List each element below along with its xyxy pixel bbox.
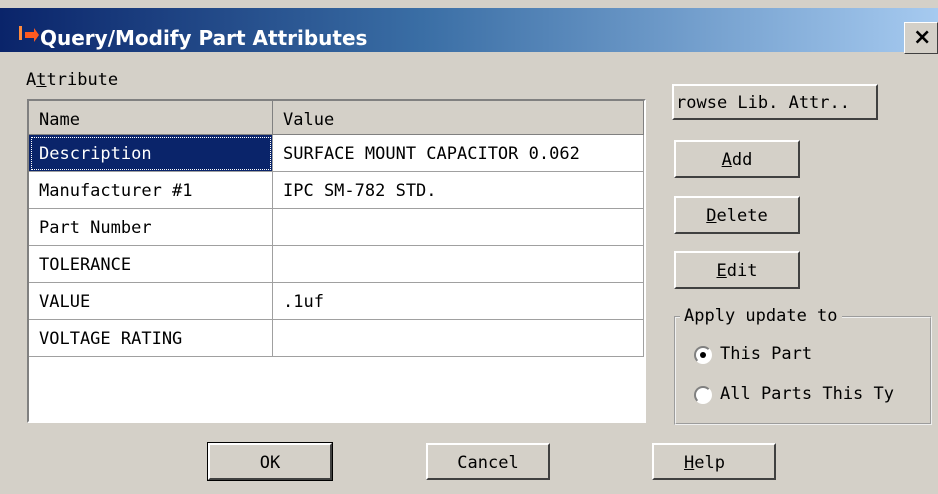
radio-all-parts[interactable]	[694, 386, 712, 404]
cancel-button[interactable]: Cancel	[426, 443, 550, 480]
cell-name[interactable]: Description	[29, 135, 273, 172]
cell-value[interactable]	[273, 209, 644, 246]
edit-button-label: dit	[726, 261, 758, 281]
title-bar[interactable]: Query/Modify Part Attributes ×	[0, 8, 938, 54]
radio-this-part[interactable]	[694, 346, 712, 364]
app-icon	[19, 26, 39, 42]
query-modify-dialog: Query/Modify Part Attributes × Attribute…	[0, 0, 938, 494]
table-row[interactable]: Part Number	[29, 209, 644, 246]
cell-value[interactable]: .1uf	[273, 283, 644, 320]
column-header-name[interactable]: Name	[29, 101, 273, 135]
delete-button-label: elete	[716, 206, 768, 226]
radio-selected-dot	[700, 352, 706, 358]
cell-value[interactable]: IPC SM-782 STD.	[273, 172, 644, 209]
apply-update-legend: Apply update to	[680, 306, 842, 326]
apply-update-group	[674, 316, 932, 425]
attribute-label-rest: tribute	[46, 70, 119, 90]
attribute-group-label: Attribute	[26, 70, 119, 90]
help-button[interactable]: Help	[652, 443, 776, 480]
radio-all-parts-label[interactable]: All Parts This Ty	[720, 384, 894, 404]
cell-value[interactable]	[273, 320, 644, 357]
radio-this-part-label[interactable]: This Part	[720, 344, 812, 364]
cell-name[interactable]: VOLTAGE RATING	[29, 320, 273, 357]
add-button-label: dd	[731, 150, 753, 170]
table-row[interactable]: Description SURFACE MOUNT CAPACITOR 0.06…	[29, 135, 644, 172]
browse-lib-attr-button[interactable]: rowse Lib. Attr..	[672, 84, 878, 120]
attribute-table[interactable]: Name Value Description SURFACE MOUNT CAP…	[27, 99, 646, 423]
table-row[interactable]: VALUE .1uf	[29, 283, 644, 320]
column-header-value[interactable]: Value	[273, 101, 644, 135]
add-button[interactable]: Add	[674, 140, 800, 178]
edit-button[interactable]: Edit	[674, 251, 800, 289]
cell-name[interactable]: Manufacturer #1	[29, 172, 273, 209]
cell-name[interactable]: Part Number	[29, 209, 273, 246]
table-row[interactable]: TOLERANCE	[29, 246, 644, 283]
cell-value[interactable]: SURFACE MOUNT CAPACITOR 0.062	[273, 135, 644, 172]
close-button[interactable]: ×	[904, 22, 938, 54]
table-row[interactable]: Manufacturer #1 IPC SM-782 STD.	[29, 172, 644, 209]
cell-name[interactable]: TOLERANCE	[29, 246, 273, 283]
cell-value[interactable]	[273, 246, 644, 283]
ok-button[interactable]: OK	[207, 442, 333, 481]
cell-name[interactable]: VALUE	[29, 283, 273, 320]
help-button-label: elp	[694, 453, 725, 473]
table-row[interactable]: VOLTAGE RATING	[29, 320, 644, 357]
window-title: Query/Modify Part Attributes	[40, 26, 368, 50]
delete-button[interactable]: Delete	[674, 196, 800, 234]
close-icon: ×	[913, 25, 932, 50]
